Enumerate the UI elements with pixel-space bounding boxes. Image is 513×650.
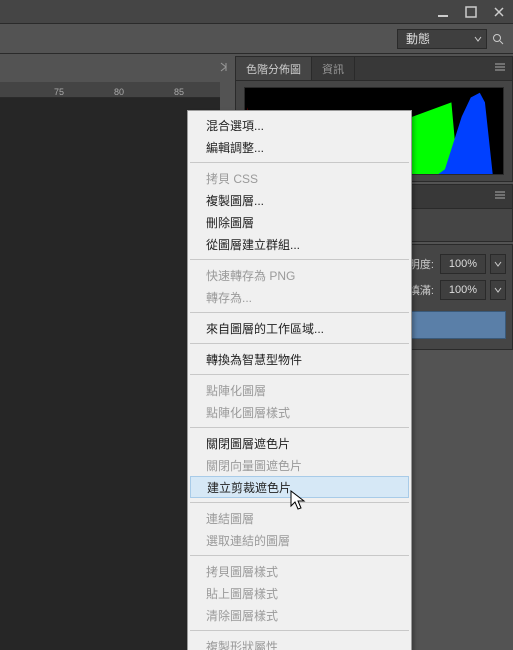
- horizontal-ruler: 75 80 85: [0, 82, 220, 98]
- menu-separator: [190, 312, 409, 313]
- workspace-dropdown[interactable]: 動態: [397, 29, 487, 49]
- menu-item: 點陣化圖層: [188, 379, 411, 401]
- menu-item[interactable]: 編輯調整...: [188, 136, 411, 158]
- fill-value[interactable]: 100%: [440, 280, 486, 300]
- ruler-mark: 85: [174, 87, 184, 97]
- menu-item[interactable]: 從圖層建立群組...: [188, 233, 411, 255]
- close-button[interactable]: [485, 2, 513, 22]
- title-bar: [0, 0, 513, 24]
- minimize-button[interactable]: [429, 2, 457, 22]
- menu-item: 連結圖層: [188, 507, 411, 529]
- option-bar: 動態: [0, 24, 513, 54]
- menu-item[interactable]: 來自圖層的工作區域...: [188, 317, 411, 339]
- menu-item: 拷貝圖層樣式: [188, 560, 411, 582]
- search-icon[interactable]: [491, 32, 505, 46]
- menu-item: 選取連結的圖層: [188, 529, 411, 551]
- panel-menu-icon[interactable]: [494, 61, 508, 75]
- tab-histogram[interactable]: 色階分佈圖: [236, 57, 312, 80]
- opacity-slider-icon[interactable]: [490, 254, 506, 274]
- menu-item: 複製形狀屬性: [188, 635, 411, 650]
- menu-separator: [190, 502, 409, 503]
- menu-item[interactable]: 複製圖層...: [188, 189, 411, 211]
- menu-separator: [190, 630, 409, 631]
- panel-tabs: 色階分佈圖 資訊: [236, 57, 512, 81]
- ruler-mark: 80: [114, 87, 124, 97]
- ruler-mark: 75: [54, 87, 64, 97]
- menu-separator: [190, 162, 409, 163]
- menu-separator: [190, 374, 409, 375]
- opacity-value[interactable]: 100%: [440, 254, 486, 274]
- menu-item: 清除圖層樣式: [188, 604, 411, 626]
- panel-menu-icon[interactable]: [494, 189, 508, 203]
- menu-item[interactable]: 轉換為智慧型物件: [188, 348, 411, 370]
- menu-item: 拷貝 CSS: [188, 167, 411, 189]
- menu-item: 轉存為...: [188, 286, 411, 308]
- workspace-label: 動態: [406, 30, 430, 47]
- menu-separator: [190, 555, 409, 556]
- menu-separator: [190, 259, 409, 260]
- menu-item[interactable]: 關閉圖層遮色片: [188, 432, 411, 454]
- menu-item[interactable]: 混合選項...: [188, 114, 411, 136]
- layer-context-menu: 混合選項...編輯調整... 拷貝 CSS複製圖層...刪除圖層從圖層建立群組..…: [187, 110, 412, 650]
- menu-item[interactable]: 建立剪裁遮色片: [190, 476, 409, 498]
- tab-info[interactable]: 資訊: [312, 57, 355, 80]
- menu-separator: [190, 427, 409, 428]
- fill-label: 填滿:: [409, 282, 434, 298]
- menu-item: 關閉向量圖遮色片: [188, 454, 411, 476]
- menu-item: 貼上圖層樣式: [188, 582, 411, 604]
- menu-item[interactable]: 刪除圖層: [188, 211, 411, 233]
- menu-separator: [190, 343, 409, 344]
- maximize-button[interactable]: [457, 2, 485, 22]
- collapse-arrow-icon[interactable]: [218, 61, 232, 75]
- fill-slider-icon[interactable]: [490, 280, 506, 300]
- menu-item: 快速轉存為 PNG: [188, 264, 411, 286]
- chevron-down-icon: [474, 32, 482, 46]
- menu-item: 點陣化圖層樣式: [188, 401, 411, 423]
